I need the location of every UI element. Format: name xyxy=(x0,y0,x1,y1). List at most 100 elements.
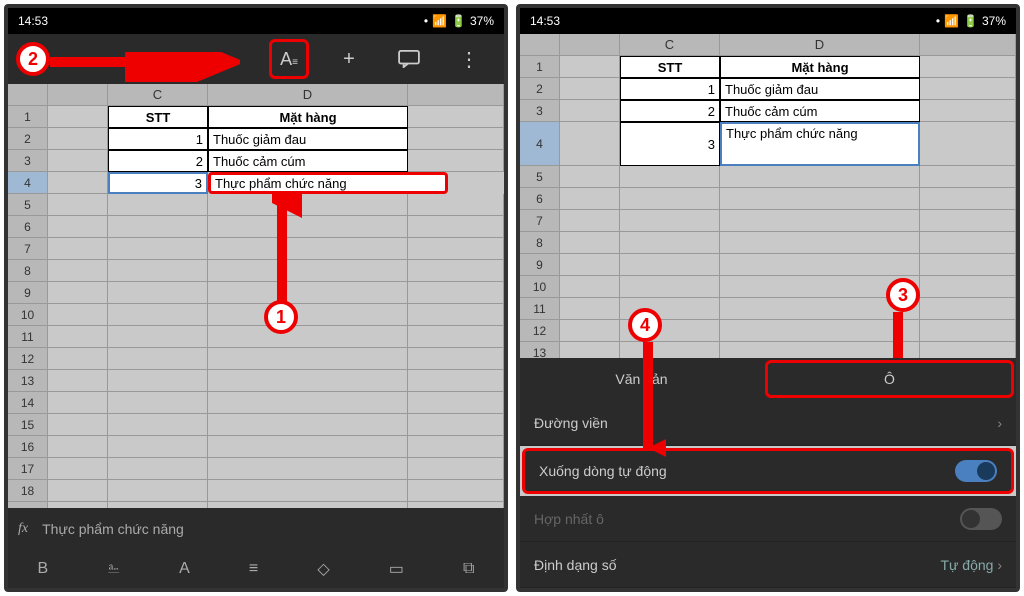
row-header[interactable]: 7 xyxy=(8,238,48,260)
wrap-toggle[interactable] xyxy=(955,460,997,482)
row-header[interactable]: 3 xyxy=(8,150,48,172)
status-time: 14:53 xyxy=(530,14,560,28)
spreadsheet[interactable]: 1STTMặt hàng 21Thuốc giảm đau 32Thuốc cả… xyxy=(520,56,1016,358)
option-border[interactable]: Đường viền › xyxy=(520,400,1016,446)
underline-icon[interactable]: ⎁ xyxy=(107,560,120,578)
row-header[interactable]: 2 xyxy=(8,128,48,150)
header-mathang[interactable]: Mặt hàng xyxy=(208,106,408,128)
row-header[interactable]: 13 xyxy=(520,342,560,358)
option-merge: Hợp nhất ô xyxy=(520,496,1016,542)
row-header[interactable]: 7 xyxy=(520,210,560,232)
row-header[interactable]: 19 xyxy=(8,502,48,508)
status-bar: 14:53 • 📶 🔋 37% xyxy=(520,8,1016,34)
cell-stt[interactable]: 2 xyxy=(108,150,208,172)
col-header-d[interactable]: D xyxy=(208,84,408,105)
tab-cell[interactable]: Ô xyxy=(765,360,1014,398)
annotation-marker-2: 2 xyxy=(16,42,50,76)
fx-label: fx xyxy=(18,521,28,537)
row-header[interactable]: 14 xyxy=(8,392,48,414)
cell-stt[interactable]: 3 xyxy=(108,172,208,194)
cell-name[interactable]: Thuốc giảm đau xyxy=(208,128,408,150)
col-header-c[interactable]: C xyxy=(620,34,720,55)
row-header[interactable]: 8 xyxy=(520,232,560,254)
row-header[interactable]: 11 xyxy=(520,298,560,320)
row-header[interactable]: 8 xyxy=(8,260,48,282)
status-right: • 📶 🔋 37% xyxy=(424,14,494,28)
row-header[interactable]: 1 xyxy=(520,56,560,78)
col-header-c[interactable]: C xyxy=(108,84,208,105)
fill-icon[interactable]: ◇ xyxy=(317,559,329,579)
row-header[interactable]: 4 xyxy=(8,172,48,194)
cell-name[interactable]: Thuốc cảm cúm xyxy=(208,150,408,172)
formula-bar[interactable]: fx Thực phẩm chức năng xyxy=(8,508,504,550)
phone-left: 14:53 • 📶 🔋 37% A≡ + ⋮ 2 C D 1STTMặt hàn… xyxy=(4,4,508,592)
bold-icon[interactable]: B xyxy=(38,560,49,578)
fx-value[interactable]: Thực phẩm chức năng xyxy=(42,521,184,537)
col-header-d[interactable]: D xyxy=(720,34,920,55)
align-icon[interactable]: ≡ xyxy=(249,560,258,578)
row-header[interactable]: 10 xyxy=(8,304,48,326)
column-headers: C D xyxy=(520,34,1016,56)
row-header[interactable]: 5 xyxy=(8,194,48,216)
row-header[interactable]: 1 xyxy=(8,106,48,128)
more-button[interactable]: ⋮ xyxy=(449,39,489,79)
annotation-marker-3: 3 xyxy=(886,278,920,312)
phone-right: 14:53 • 📶 🔋 37% C D 1STTMặt hàng 21Thuốc… xyxy=(516,4,1020,592)
header-stt[interactable]: STT xyxy=(108,106,208,128)
row-header[interactable]: 2 xyxy=(520,78,560,100)
chevron-right-icon: › xyxy=(997,415,1002,431)
row-header[interactable]: 12 xyxy=(520,320,560,342)
option-number-format[interactable]: Định dạng số Tự động › xyxy=(520,542,1016,588)
row-header[interactable]: 9 xyxy=(8,282,48,304)
merge-toggle xyxy=(960,508,1002,530)
format-button[interactable]: A≡ xyxy=(269,39,309,79)
column-headers: C D xyxy=(8,84,504,106)
format-tabs: Văn bản Ô xyxy=(520,358,1016,400)
comment-button[interactable] xyxy=(389,39,429,79)
cell-name[interactable]: Thuốc cảm cúm xyxy=(720,100,920,122)
row-header[interactable]: 10 xyxy=(520,276,560,298)
row-header[interactable]: 12 xyxy=(8,348,48,370)
bottom-toolbar: B ⎁ A ≡ ◇ ▭ ⧉ xyxy=(8,550,504,588)
battery-pct: 37% xyxy=(982,14,1006,28)
selected-cell[interactable]: Thực phẩm chức năng xyxy=(208,172,448,194)
annotation-marker-1: 1 xyxy=(264,300,298,334)
status-time: 14:53 xyxy=(18,14,48,28)
annotation-arrow-3 xyxy=(886,308,916,358)
option-wrap-text[interactable]: Xuống dòng tự động xyxy=(522,448,1014,494)
cell-stt[interactable]: 1 xyxy=(108,128,208,150)
row-header[interactable]: 9 xyxy=(520,254,560,276)
font-icon[interactable]: A xyxy=(179,560,190,578)
selected-cell-wrapped[interactable]: Thực phẩm chức năng xyxy=(720,122,920,166)
toolbar: A≡ + ⋮ 2 xyxy=(8,34,504,84)
row-header[interactable]: 6 xyxy=(8,216,48,238)
cell-stt[interactable]: 1 xyxy=(620,78,720,100)
row-header[interactable]: 15 xyxy=(8,414,48,436)
row-header[interactable]: 16 xyxy=(8,436,48,458)
cell-name[interactable]: Thuốc giảm đau xyxy=(720,78,920,100)
battery-icon: 🔋 xyxy=(451,14,466,28)
row-header[interactable]: 18 xyxy=(8,480,48,502)
row-header[interactable]: 17 xyxy=(8,458,48,480)
row-header[interactable]: 4 xyxy=(520,122,560,166)
row-header[interactable]: 11 xyxy=(8,326,48,348)
row-header[interactable]: 3 xyxy=(520,100,560,122)
battery-pct: 37% xyxy=(470,14,494,28)
cell-stt[interactable]: 2 xyxy=(620,100,720,122)
spreadsheet[interactable]: 1STTMặt hàng 21Thuốc giảm đau 32Thuốc cả… xyxy=(8,106,504,508)
chevron-right-icon: › xyxy=(997,557,1002,573)
add-button[interactable]: + xyxy=(329,39,369,79)
status-bar: 14:53 • 📶 🔋 37% xyxy=(8,8,504,34)
border-icon[interactable]: ▭ xyxy=(389,559,404,579)
row-header[interactable]: 5 xyxy=(520,166,560,188)
header-stt[interactable]: STT xyxy=(620,56,720,78)
header-mathang[interactable]: Mặt hàng xyxy=(720,56,920,78)
cell-stt[interactable]: 3 xyxy=(620,122,720,166)
annotation-marker-4: 4 xyxy=(628,308,662,342)
row-header[interactable]: 13 xyxy=(8,370,48,392)
row-header[interactable]: 6 xyxy=(520,188,560,210)
annotation-arrow-4 xyxy=(636,338,666,458)
merge-icon[interactable]: ⧉ xyxy=(463,560,474,578)
annotation-arrow-2 xyxy=(50,52,240,82)
battery-icon: 🔋 xyxy=(963,14,978,28)
